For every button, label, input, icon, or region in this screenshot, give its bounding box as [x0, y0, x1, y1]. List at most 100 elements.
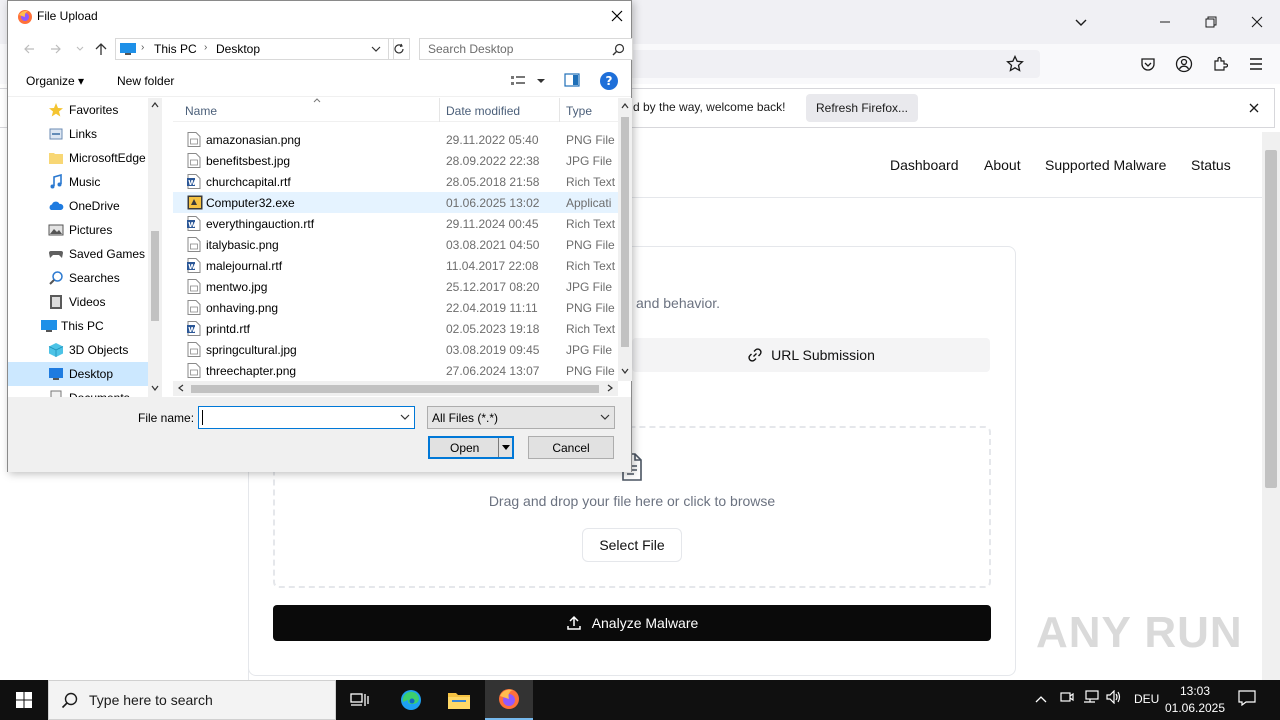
file-row[interactable]: threechapter.png 27.06.2024 13:07 PNG File — [173, 360, 618, 381]
scroll-up-icon[interactable] — [621, 103, 629, 109]
file-row[interactable]: Wmalejournal.rtf 11.04.2017 22:08 Rich Tex… — [173, 255, 618, 276]
clock-time[interactable]: 13:03 — [1168, 684, 1222, 698]
nav-supported-malware[interactable]: Supported Malware — [1045, 157, 1166, 173]
column-type[interactable]: Type — [566, 104, 592, 118]
bookmark-star-icon[interactable] — [1003, 52, 1027, 76]
cancel-button[interactable]: Cancel — [528, 436, 614, 459]
nav-pane-item[interactable]: Documents — [8, 386, 148, 397]
nav-dashboard[interactable]: Dashboard — [890, 157, 959, 173]
firefox-taskbar-icon[interactable] — [485, 680, 533, 720]
breadcrumb-this-pc[interactable]: This PC — [154, 42, 197, 56]
file-list-scroll-thumb[interactable] — [621, 117, 629, 347]
file-name-input[interactable] — [198, 406, 415, 429]
column-divider[interactable] — [439, 98, 440, 122]
navigation-scroll-thumb[interactable] — [151, 231, 159, 321]
cube-icon — [48, 342, 64, 358]
nav-pane-item[interactable]: Desktop — [8, 362, 148, 386]
scroll-left-icon[interactable] — [178, 384, 184, 392]
breadcrumb-desktop[interactable]: Desktop — [216, 42, 260, 56]
nav-pane-item[interactable]: Videos — [8, 290, 148, 314]
command-bar: Organize ▾ New folder ? — [8, 65, 631, 97]
taskbar-search-box[interactable]: Type here to search — [48, 680, 336, 720]
open-options-dropdown-icon[interactable] — [498, 438, 512, 457]
dialog-close-icon[interactable] — [604, 3, 630, 29]
file-name-dropdown-icon[interactable] — [400, 414, 410, 421]
meet-now-icon[interactable] — [1060, 690, 1074, 707]
nav-about[interactable]: About — [984, 157, 1021, 173]
task-view-icon[interactable] — [336, 680, 384, 720]
column-divider[interactable] — [559, 98, 560, 122]
refresh-firefox-button[interactable]: Refresh Firefox... — [806, 94, 918, 122]
edge-icon[interactable] — [387, 680, 435, 720]
scroll-right-icon[interactable] — [607, 384, 613, 392]
file-row[interactable]: Wchurchcapital.rtf 28.05.2018 21:58 Rich T… — [173, 171, 618, 192]
file-row[interactable]: onhaving.png 22.04.2019 11:11 PNG File — [173, 297, 618, 318]
file-explorer-icon[interactable] — [435, 680, 483, 720]
scroll-down-icon[interactable] — [621, 368, 629, 374]
nav-pane-item[interactable]: Saved Games — [8, 242, 148, 266]
file-list-horizontal-thumb[interactable] — [191, 385, 599, 393]
file-row[interactable]: springcultural.jpg 03.08.2019 09:45 JPG Fi… — [173, 339, 618, 360]
url-submission-tab[interactable]: URL Submission — [632, 338, 990, 372]
up-arrow-icon[interactable] — [92, 40, 110, 58]
scroll-down-icon[interactable] — [151, 385, 159, 391]
help-icon[interactable]: ? — [600, 72, 618, 90]
file-row[interactable]: benefitsbest.jpg 28.09.2022 22:38 JPG File — [173, 150, 618, 171]
select-file-button[interactable]: Select File — [582, 528, 682, 562]
account-icon[interactable] — [1172, 52, 1196, 76]
nav-pane-item[interactable]: Music — [8, 170, 148, 194]
file-type-select[interactable]: All Files (*.*) — [427, 406, 615, 429]
nav-pane-item[interactable]: Favorites — [8, 98, 148, 122]
back-arrow-icon[interactable] — [20, 40, 38, 58]
refresh-icon[interactable] — [388, 38, 410, 60]
file-row[interactable]: Computer32.exe 01.06.2025 13:02 Applicati — [173, 192, 618, 213]
input-language[interactable]: DEU — [1134, 692, 1159, 706]
file-row[interactable]: Weverythingauction.rtf 29.11.2024 00:45 Ri… — [173, 213, 618, 234]
organize-menu[interactable]: Organize ▾ — [26, 74, 84, 88]
nav-pane-item[interactable]: OneDrive — [8, 194, 148, 218]
file-row[interactable]: amazonasian.png 29.11.2022 05:40 PNG File — [173, 129, 618, 150]
file-row[interactable]: Wprintd.rtf 02.05.2023 19:18 Rich Text — [173, 318, 618, 339]
close-window-button[interactable] — [1234, 0, 1280, 44]
address-bar[interactable]: › This PC › Desktop — [115, 38, 394, 60]
nav-pane-item[interactable]: Searches — [8, 266, 148, 290]
network-icon[interactable] — [1083, 690, 1099, 707]
analyze-malware-button[interactable]: Analyze Malware — [273, 605, 991, 641]
menu-hamburger-icon[interactable] — [1244, 52, 1268, 76]
view-options-icon[interactable] — [510, 74, 548, 90]
clock-date[interactable]: 01.06.2025 — [1164, 701, 1226, 715]
file-row[interactable]: italybasic.png 03.08.2021 04:50 PNG File — [173, 234, 618, 255]
start-button[interactable] — [0, 680, 48, 720]
nav-pane-item[interactable]: This PC — [8, 314, 148, 338]
search-desktop-input[interactable]: Search Desktop — [419, 38, 633, 60]
desktop-icon — [48, 366, 64, 382]
notification-close-icon[interactable] — [1244, 98, 1264, 118]
nav-pane-item[interactable]: 3D Objects — [8, 338, 148, 362]
scroll-up-icon[interactable] — [151, 102, 159, 108]
show-hidden-icons-icon[interactable] — [1035, 691, 1047, 706]
column-name[interactable]: Name — [185, 104, 217, 118]
file-name: threechapter.png — [206, 364, 297, 378]
list-all-tabs-icon[interactable] — [1058, 0, 1104, 44]
nav-status[interactable]: Status — [1191, 157, 1231, 173]
file-row[interactable]: mentwo.jpg 25.12.2017 08:20 JPG File — [173, 276, 618, 297]
nav-pane-item[interactable]: Links — [8, 122, 148, 146]
url-bar[interactable] — [600, 50, 1040, 78]
minimize-button[interactable] — [1142, 0, 1188, 44]
recent-locations-icon[interactable] — [71, 40, 89, 58]
restore-button[interactable] — [1188, 0, 1234, 44]
preview-pane-icon[interactable] — [564, 73, 582, 89]
file-type: JPG File — [566, 154, 613, 168]
address-dropdown-icon[interactable] — [371, 46, 381, 53]
chevron-down-icon — [600, 414, 610, 420]
page-scroll-thumb[interactable] — [1265, 150, 1277, 488]
nav-pane-item[interactable]: MicrosoftEdge — [8, 146, 148, 170]
extensions-icon[interactable] — [1208, 52, 1232, 76]
column-date-modified[interactable]: Date modified — [446, 104, 520, 118]
new-folder-button[interactable]: New folder — [117, 74, 174, 88]
nav-pane-item[interactable]: Pictures — [8, 218, 148, 242]
forward-arrow-icon[interactable] — [47, 40, 65, 58]
notifications-icon[interactable] — [1238, 690, 1256, 709]
volume-icon[interactable] — [1106, 689, 1122, 707]
pocket-icon[interactable] — [1136, 52, 1160, 76]
